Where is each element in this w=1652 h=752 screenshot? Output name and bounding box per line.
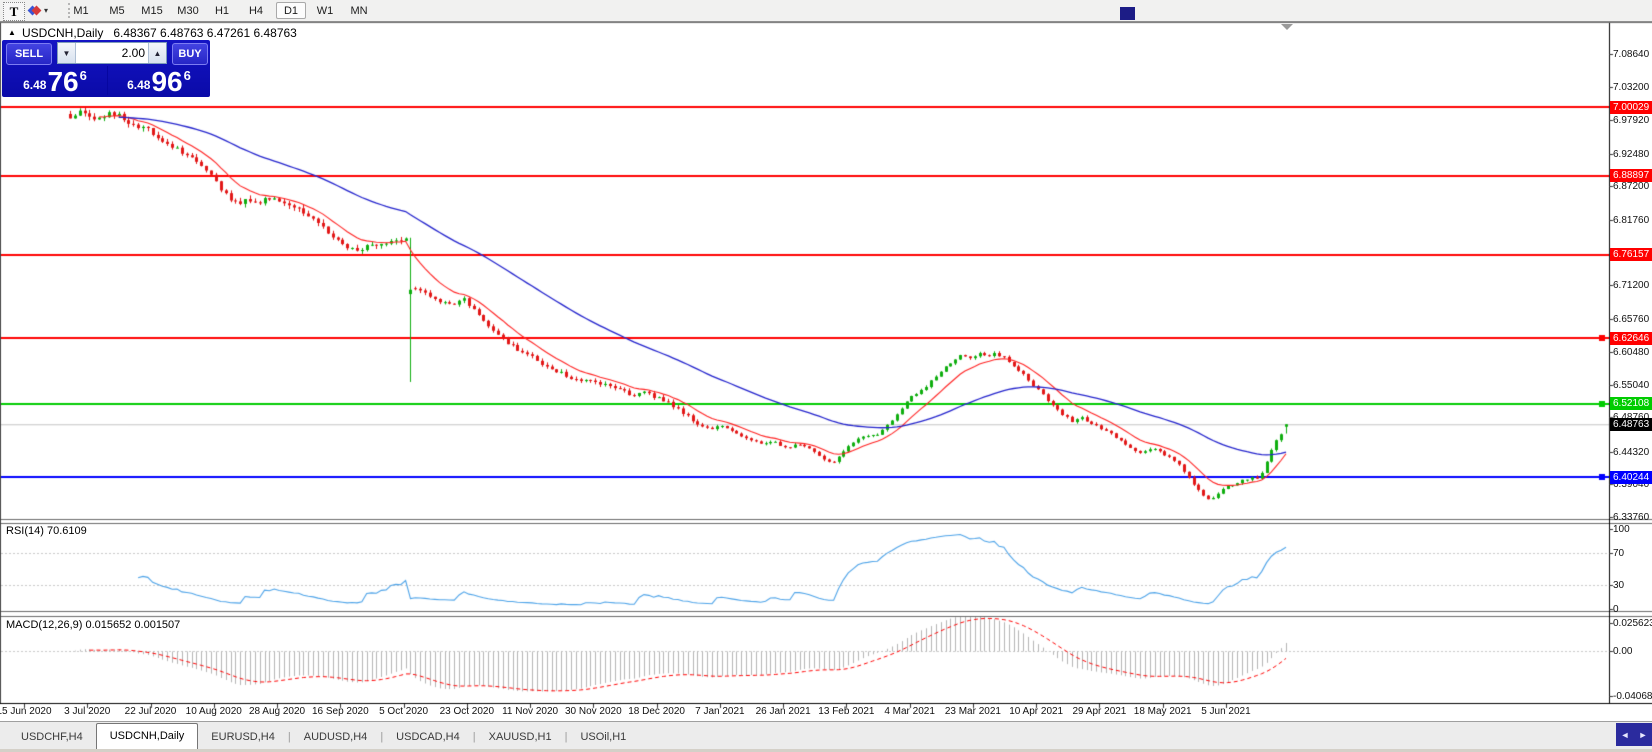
price-axis-tick: 6.71200 [1613, 280, 1650, 292]
macd-label: MACD(12,26,9) 0.015652 0.001507 [6, 619, 181, 631]
collapse-panel-icon[interactable]: ▲ [8, 28, 16, 37]
date-axis-label: 22 Jul 2020 [124, 706, 177, 717]
date-axis-label: 18 May 2021 [1133, 706, 1192, 717]
timeframe-button-m5[interactable]: M5 [102, 2, 132, 19]
price-axis-tick: 6.44320 [1613, 446, 1650, 458]
price-axis-tick: 6.33760 [1613, 512, 1650, 524]
buy-button[interactable]: BUY [172, 43, 208, 65]
tab-scroll-right-button[interactable]: ► [1639, 730, 1648, 740]
macd-axis-tick: -0.040687 [1613, 691, 1652, 702]
date-axis-label: 11 Nov 2020 [502, 706, 559, 717]
rsi-axis-tick: 30 [1613, 580, 1625, 591]
timeframe-button-w1[interactable]: W1 [310, 2, 340, 19]
buy-price-prefix: 6.48 [127, 78, 151, 92]
level-price-label: 6.76157 [1610, 248, 1652, 262]
one-click-trading-panel: SELL ▼ 2.00 ▲ BUY 6.48 76 6 6.48 96 6 [2, 40, 210, 97]
chart-shift-marker[interactable] [1281, 24, 1293, 30]
tab-audusd-h4[interactable]: AUDUSD,H4 [291, 726, 381, 749]
text-tool-button[interactable]: T [3, 2, 25, 21]
price-axis-tick: 6.97920 [1613, 115, 1650, 127]
date-axis-label: 10 Apr 2021 [1009, 706, 1064, 717]
date-axis-label: 30 Nov 2020 [564, 706, 622, 717]
date-axis-label: 15 Jun 2020 [0, 706, 52, 717]
date-axis-label: 4 Mar 2021 [884, 706, 935, 717]
volume-input[interactable]: 2.00 [76, 43, 148, 63]
sell-price-prefix: 6.48 [23, 78, 47, 92]
rsi-axis-tick: 0 [1613, 604, 1619, 615]
date-axis-label: 16 Sep 2020 [311, 706, 369, 717]
date-axis-label: 5 Jun 2021 [1201, 706, 1251, 717]
price-axis-tick: 6.60480 [1613, 346, 1650, 358]
rsi-axis-tick: 100 [1613, 524, 1630, 535]
price-axis-tick: 6.55040 [1613, 380, 1650, 392]
arrow-objects-button[interactable]: ▾ [27, 2, 63, 19]
timeframe-button-m1[interactable]: M1 [66, 2, 96, 19]
chart-symbol-timeframe: USDCNH,Daily [22, 26, 104, 40]
price-axis-tick: 7.03200 [1613, 82, 1650, 94]
date-axis-label: 23 Mar 2021 [944, 706, 1001, 717]
dark-marker-icon [1120, 7, 1135, 20]
level-price-label: 6.40244 [1610, 470, 1652, 484]
timeframe-button-mn[interactable]: MN [344, 2, 374, 19]
volume-stepper: ▼ 2.00 ▲ [57, 42, 167, 64]
tab-xauusd-h1[interactable]: XAUUSD,H1 [476, 726, 565, 749]
top-toolbar: T ▾ M1 M5 M15 M30 H1 H4 D1 W1 MN [0, 0, 1652, 22]
tab-scroll-buttons: ◄ ► [1616, 723, 1652, 746]
chart-ohlc-values: 6.48367 6.48763 6.47261 6.48763 [113, 26, 297, 40]
level-price-label: 6.52108 [1610, 397, 1652, 411]
date-axis-label: 13 Feb 2021 [818, 706, 875, 717]
date-axis-label: 3 Jul 2020 [64, 706, 111, 717]
chart-title: USDCNH,Daily 6.48367 6.48763 6.47261 6.48… [22, 26, 297, 40]
rsi-label: RSI(14) 70.6109 [6, 525, 87, 537]
date-axis-label: 23 Oct 2020 [439, 706, 495, 717]
chart-canvas[interactable] [0, 0, 1652, 752]
sell-button[interactable]: SELL [6, 43, 52, 65]
volume-decrease-button[interactable]: ▼ [58, 43, 76, 63]
tab-scroll-left-button[interactable]: ◄ [1621, 730, 1630, 740]
date-axis-label: 29 Apr 2021 [1072, 706, 1127, 717]
date-axis-label: 28 Aug 2020 [248, 706, 306, 717]
volume-increase-button[interactable]: ▲ [148, 43, 166, 63]
rsi-axis-tick: 70 [1613, 548, 1625, 559]
date-axis-label: 5 Oct 2020 [379, 706, 429, 717]
date-axis-label: 26 Jan 2021 [755, 706, 811, 717]
price-axis-tick: 6.81760 [1613, 215, 1650, 227]
sell-price-button[interactable]: 6.48 76 6 [4, 66, 106, 97]
price-axis-tick: 6.87200 [1613, 181, 1650, 193]
buy-price-button[interactable]: 6.48 96 6 [108, 66, 210, 97]
timeframe-button-h1[interactable]: H1 [207, 2, 237, 19]
tab-usdcad-h4[interactable]: USDCAD,H4 [383, 726, 473, 749]
timeframe-button-m30[interactable]: M30 [173, 2, 203, 19]
sell-price-digits: 76 [47, 66, 79, 97]
level-price-label: 7.00029 [1610, 100, 1652, 114]
tab-usoil-h1[interactable]: USOil,H1 [567, 726, 639, 749]
tab-usdcnh-daily[interactable]: USDCNH,Daily [95, 723, 199, 749]
timeframe-button-m15[interactable]: M15 [137, 2, 167, 19]
dropdown-caret-icon: ▾ [44, 6, 49, 15]
date-axis-label: 7 Jan 2021 [695, 706, 745, 717]
current-price-label: 6.48763 [1610, 417, 1652, 431]
level-price-label: 6.88897 [1610, 169, 1652, 183]
timeframe-button-d1[interactable]: D1 [276, 2, 306, 19]
macd-axis-tick: 0.025623 [1613, 618, 1652, 629]
buy-price-digits: 96 [151, 66, 183, 97]
macd-axis-tick: 0.00 [1613, 646, 1633, 657]
buy-price-pip: 6 [183, 68, 191, 83]
chart-tab-bar: USDCHF,H4 USDCNH,Daily EURUSD,H4 | AUDUSD,H4… [0, 721, 1652, 749]
price-axis-tick: 6.65760 [1613, 314, 1650, 326]
price-axis-tick: 7.08640 [1613, 48, 1650, 60]
tab-usdchf-h4[interactable]: USDCHF,H4 [8, 726, 96, 749]
timeframe-button-h4[interactable]: H4 [241, 2, 271, 19]
tab-eurusd-h4[interactable]: EURUSD,H4 [198, 726, 288, 749]
date-axis-label: 10 Aug 2020 [185, 706, 242, 717]
sell-price-pip: 6 [79, 68, 87, 83]
price-axis-tick: 6.92480 [1613, 148, 1650, 160]
level-price-label: 6.62646 [1610, 331, 1652, 345]
date-axis-label: 18 Dec 2020 [628, 706, 685, 717]
